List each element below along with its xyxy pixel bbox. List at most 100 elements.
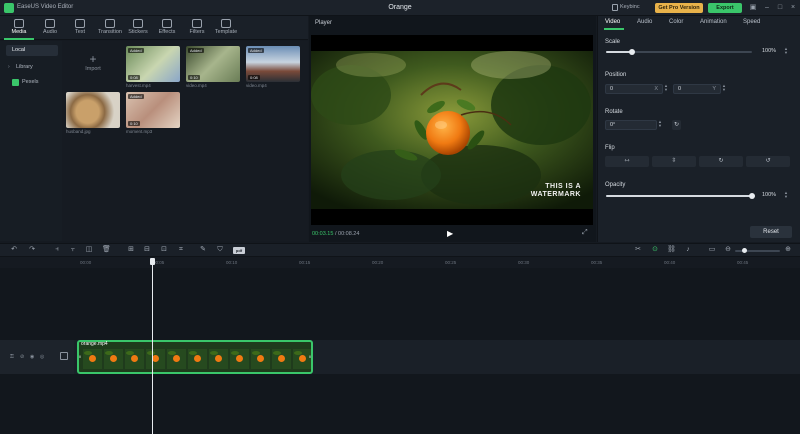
sticker-icon (133, 19, 143, 28)
rotate-stepper-icon[interactable]: ▲ ▼ (658, 120, 662, 128)
tool-filters[interactable]: Filters (182, 16, 212, 40)
close-icon[interactable]: × (788, 3, 798, 13)
tool-template[interactable]: Template (211, 16, 241, 40)
position-x-field[interactable]: 0X (605, 84, 663, 94)
tab-color[interactable]: Color (669, 19, 683, 25)
edit-icon[interactable]: ✎ (199, 246, 207, 254)
position-y-stepper-icon[interactable]: ▲ ▼ (722, 84, 726, 92)
position-x-stepper-icon[interactable]: ▲ ▼ (664, 84, 668, 92)
tool-transition[interactable]: Transition (95, 16, 125, 40)
opacity-slider-handle[interactable] (749, 193, 755, 199)
redo-icon[interactable]: ↷ (28, 246, 36, 254)
shield-icon[interactable]: ⛉ (216, 246, 224, 254)
opacity-slider[interactable] (606, 195, 752, 197)
nav-item-library[interactable]: Library (10, 62, 62, 73)
fullscreen-icon[interactable]: ⤢ (582, 229, 588, 237)
rotate-field[interactable]: 0° (605, 120, 657, 130)
active-tab-indicator (604, 28, 624, 30)
split-icon[interactable]: ⫞ (53, 246, 61, 254)
opacity-slider-fill (606, 195, 752, 197)
keybind-button[interactable]: Keybinc (620, 4, 640, 10)
scale-value[interactable]: 100% (762, 48, 776, 54)
mute-icon[interactable]: ◎ (40, 354, 46, 360)
tool-text[interactable]: Text (65, 16, 95, 40)
nav-item-local[interactable]: Local (6, 45, 58, 56)
trim-icon[interactable]: ⫟ (69, 246, 77, 254)
scale-stepper-icon[interactable]: ▲ ▼ (784, 47, 788, 55)
link-track-icon[interactable]: ⊘ (20, 354, 26, 360)
media-thumbnail: Added 0:08 (246, 46, 300, 82)
playhead-handle[interactable] (150, 258, 155, 265)
layout-icon[interactable]: ▣ (748, 3, 758, 13)
ruler-tick-label: 00:35 (591, 260, 603, 265)
track-cover-icon[interactable] (60, 352, 68, 360)
rotate-left-button[interactable]: ↺ (746, 156, 790, 167)
opacity-value[interactable]: 100% (762, 192, 776, 198)
reset-button[interactable]: Reset (750, 226, 792, 238)
flip-horizontal-icon: ⇿ (624, 158, 630, 164)
import-button[interactable]: + Import (66, 48, 120, 84)
clip-frame-thumbnail (230, 349, 249, 369)
tool-media[interactable]: Media (4, 16, 34, 40)
undo-icon[interactable]: ↶ (10, 246, 18, 254)
opacity-stepper-icon[interactable]: ▲ ▼ (784, 191, 788, 199)
timeline-ruler[interactable] (0, 258, 800, 268)
position-label: Position (605, 72, 627, 78)
ruler-tick-label: 00:45 (737, 260, 749, 265)
media-item[interactable]: husband.jpg (66, 92, 120, 134)
flip-horizontal-button[interactable]: ⇿ (605, 156, 649, 167)
ruler-tick-label: 00:25 (445, 260, 457, 265)
tool-effects[interactable]: Effects (152, 16, 182, 40)
zoom-slider-handle[interactable] (742, 248, 747, 253)
timeline-toolbar (0, 243, 800, 257)
rotate-reset-icon[interactable]: ↻ (672, 120, 681, 130)
eye-icon[interactable]: ◉ (30, 354, 36, 360)
clip-left-handle[interactable]: ‖ (78, 348, 82, 366)
video-preview[interactable]: THIS IS A WATERMARK (311, 35, 593, 225)
scissors-icon[interactable]: ✂ (634, 246, 642, 254)
crop-frame-icon[interactable]: ⌗ (177, 246, 185, 254)
media-item[interactable]: Added 0:08 harvest.mp4 (126, 46, 180, 88)
magnet-icon[interactable]: ⊙ (651, 246, 659, 254)
delete-icon[interactable]: 🗑 (102, 246, 111, 254)
media-item[interactable]: Added 0:10 video.mp4 (186, 46, 240, 88)
position-y-field[interactable]: 0Y (673, 84, 721, 94)
scale-slider[interactable] (606, 51, 752, 53)
clip-right-handle[interactable]: ‖ (308, 348, 312, 366)
zoom-out-icon[interactable]: ⊖ (724, 246, 732, 254)
tool-audio[interactable]: Audio (35, 16, 65, 40)
freeze-icon[interactable]: ⊞ (127, 246, 135, 254)
media-thumbnail: Added 0:10 (186, 46, 240, 82)
mosaic-icon[interactable]: ⊟ (143, 246, 151, 254)
lock-icon[interactable]: ⚿ (10, 354, 16, 360)
flip-vertical-button[interactable]: ⇳ (652, 156, 696, 167)
video-clip[interactable] (77, 340, 313, 374)
zoom-in-icon[interactable]: ⊕ (784, 246, 792, 254)
tab-animation[interactable]: Animation (700, 19, 727, 25)
maximize-icon[interactable]: □ (775, 3, 785, 13)
tab-speed[interactable]: Speed (743, 19, 760, 25)
rotate-left-icon: ↺ (765, 158, 771, 164)
clip-frame-thumbnail (104, 349, 123, 369)
media-item[interactable]: Added 0:08 video.mp4 (246, 46, 300, 88)
media-item[interactable]: Added 0:10 moment.mp3 (126, 92, 180, 134)
media-icon (14, 19, 24, 28)
fit-icon[interactable]: ▭ (708, 246, 716, 254)
tab-audio[interactable]: Audio (637, 19, 652, 25)
get-pro-button[interactable]: Get Pro Version (655, 3, 703, 13)
speed-icon[interactable]: ⊡ (160, 246, 168, 254)
export-button[interactable]: Export (708, 3, 742, 13)
tab-video[interactable]: Video (605, 19, 620, 25)
tool-stickers[interactable]: Stickers (123, 16, 153, 40)
minimize-icon[interactable]: – (762, 3, 772, 13)
nav-item-pexels[interactable]: Pexels (16, 77, 68, 88)
clip-frame-thumbnail (83, 349, 102, 369)
link-icon[interactable]: ⛓ (667, 246, 676, 254)
crop-icon[interactable]: ◫ (85, 246, 93, 254)
keyboard-icon[interactable] (612, 4, 618, 11)
voice-icon[interactable]: ♪ (684, 246, 692, 254)
pdf-chip[interactable]: pdf (233, 247, 245, 254)
music-note-icon (45, 19, 55, 28)
rotate-right-button[interactable]: ↻ (699, 156, 743, 167)
play-icon[interactable]: ▶ (447, 229, 455, 238)
